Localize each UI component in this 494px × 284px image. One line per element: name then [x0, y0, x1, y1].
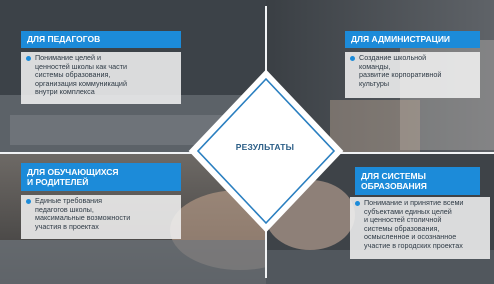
- teachers-heading: ДЛЯ ПЕДАГОГОВ: [21, 31, 181, 48]
- administration-heading: ДЛЯ АДМИНИСТРАЦИИ: [345, 31, 480, 48]
- students-heading: ДЛЯ ОБУЧАЮЩИХСЯ И РОДИТЕЛЕЙ: [21, 163, 181, 191]
- teachers-text: Понимание целей и ценностей школы как ча…: [35, 53, 128, 97]
- administration-panel: Создание школьной команды, развитие корп…: [345, 52, 480, 98]
- students-panel: Единые требования педагогов школы, макси…: [21, 195, 181, 239]
- bullet-icon: [350, 56, 355, 61]
- bullet-icon: [355, 201, 360, 206]
- teachers-panel: Понимание целей и ценностей школы как ча…: [21, 52, 181, 104]
- system-panel: Понимание и принятие всеми субъектами ед…: [350, 197, 490, 259]
- system-text: Понимание и принятие всеми субъектами ед…: [364, 198, 464, 250]
- students-text: Единые требования педагогов школы, макси…: [35, 196, 131, 231]
- system-heading: ДЛЯ СИСТЕМЫ ОБРАЗОВАНИЯ: [355, 167, 480, 195]
- bullet-icon: [26, 56, 31, 61]
- center-title: РЕЗУЛЬТАТЫ: [235, 142, 295, 152]
- administration-text: Создание школьной команды, развитие корп…: [359, 53, 442, 88]
- slide: ДЛЯ ПЕДАГОГОВ Понимание целей и ценносте…: [0, 0, 494, 284]
- horizontal-divider: [0, 152, 494, 154]
- bullet-icon: [26, 199, 31, 204]
